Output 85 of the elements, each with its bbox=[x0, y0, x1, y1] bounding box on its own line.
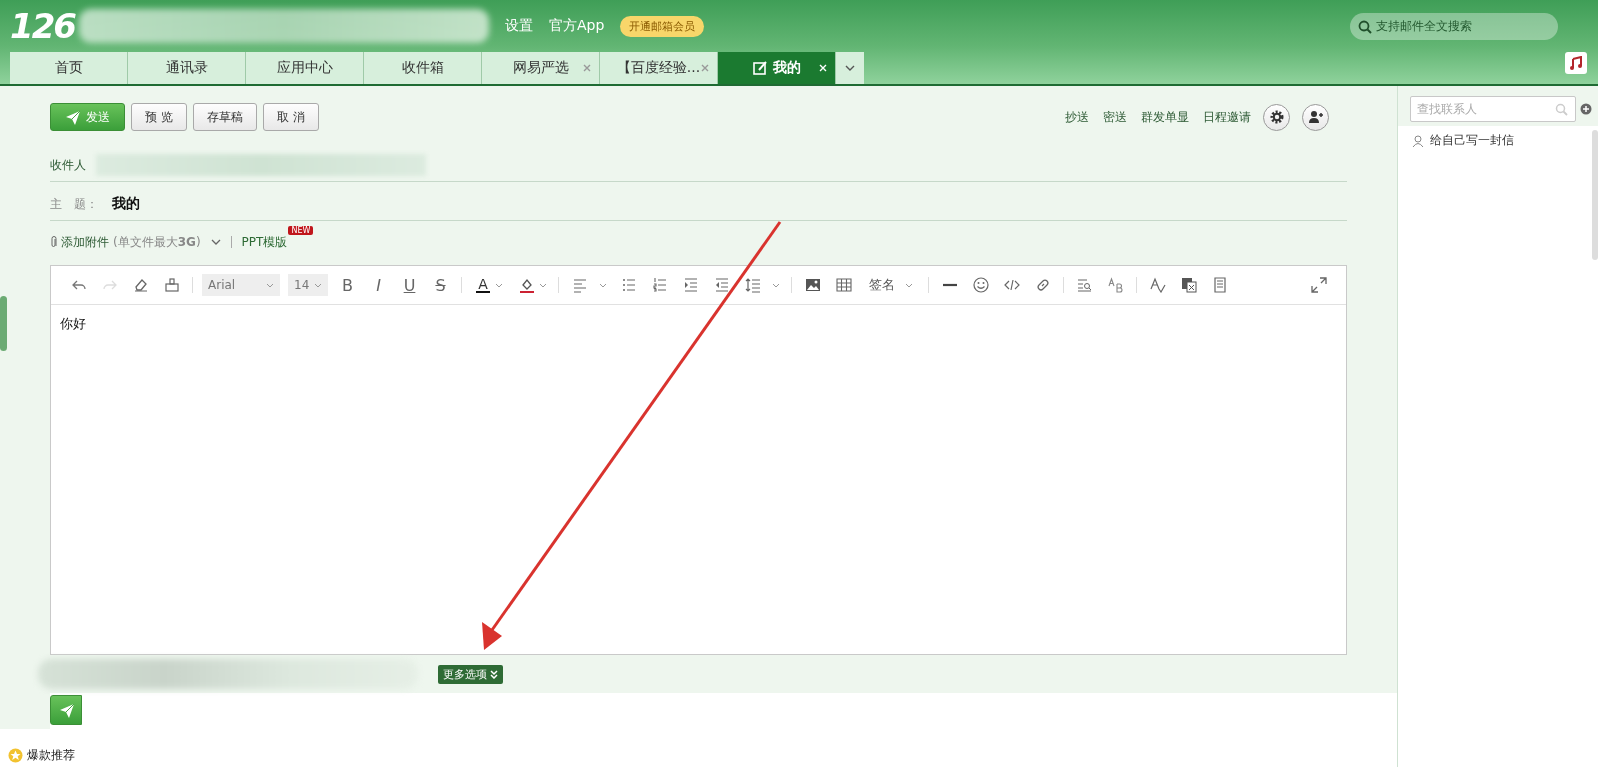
link-icon[interactable] bbox=[1034, 277, 1051, 293]
field-label: 主 题： bbox=[50, 195, 99, 213]
caret-icon bbox=[905, 282, 913, 288]
add-icon[interactable] bbox=[1580, 103, 1592, 115]
caret-icon[interactable] bbox=[539, 282, 547, 288]
option-link[interactable]: 密送 bbox=[1103, 108, 1127, 126]
subject-field[interactable]: 我的 bbox=[112, 195, 140, 213]
format-button[interactable]: B bbox=[332, 275, 363, 295]
toolbar-button[interactable]: 预 览 bbox=[131, 103, 187, 131]
paper-plane-icon bbox=[65, 109, 80, 125]
message-body[interactable]: 你好 bbox=[51, 305, 1346, 343]
add-person-icon bbox=[1307, 109, 1324, 125]
brush-icon[interactable] bbox=[163, 277, 180, 293]
chevron-down-icon[interactable] bbox=[210, 239, 221, 245]
document-icon[interactable] bbox=[1211, 277, 1228, 293]
tab[interactable]: 应用中心 bbox=[246, 52, 364, 84]
tab[interactable]: 网易严选 bbox=[482, 52, 600, 84]
image-icon[interactable] bbox=[804, 277, 821, 293]
find-icon[interactable] bbox=[1076, 277, 1093, 293]
option-link[interactable]: 群发单显 bbox=[1141, 108, 1189, 126]
format-button[interactable]: U bbox=[394, 275, 425, 295]
more-options-button[interactable]: 更多选项 bbox=[438, 664, 503, 684]
bullet-list-icon[interactable] bbox=[620, 277, 637, 293]
letters-icon[interactable] bbox=[1107, 277, 1124, 293]
font-color-button[interactable]: A bbox=[475, 277, 491, 293]
tab[interactable]: 我的 bbox=[718, 52, 836, 84]
paperclip-icon bbox=[50, 236, 57, 248]
caret-icon[interactable] bbox=[599, 282, 607, 288]
smiley-icon[interactable] bbox=[972, 277, 989, 293]
add-contact-button[interactable] bbox=[1302, 103, 1329, 131]
line-height-icon[interactable] bbox=[744, 277, 761, 293]
option-link[interactable]: 抄送 bbox=[1065, 108, 1089, 126]
new-badge: NEW bbox=[288, 225, 314, 235]
star-badge-icon bbox=[8, 748, 23, 763]
caret-icon bbox=[314, 282, 322, 288]
format-button[interactable]: S bbox=[425, 275, 456, 295]
tab[interactable]: 首页 bbox=[10, 52, 128, 84]
music-button[interactable] bbox=[1565, 52, 1587, 74]
numbered-list-icon[interactable] bbox=[651, 277, 668, 293]
toolbar-button[interactable]: 存草稿 bbox=[192, 103, 257, 131]
size-limit-text: (单文件最大3G) bbox=[113, 233, 201, 251]
search-icon bbox=[1358, 19, 1372, 34]
person-icon bbox=[1412, 134, 1424, 147]
attach-link[interactable]: 添加附件 bbox=[61, 233, 109, 251]
promo-link[interactable]: 爆款推荐 bbox=[27, 747, 75, 764]
tab[interactable]: 【百度经验... bbox=[600, 52, 718, 84]
option-link[interactable]: 日程邀请 bbox=[1203, 108, 1251, 126]
highlight-icon[interactable] bbox=[519, 277, 535, 293]
caret-icon[interactable] bbox=[495, 282, 503, 288]
size-select[interactable]: 14 bbox=[288, 274, 328, 296]
tab[interactable]: 收件箱 bbox=[364, 52, 482, 84]
contact-item[interactable]: 给自己写一封信 bbox=[1430, 132, 1514, 149]
scroll-handle[interactable] bbox=[0, 296, 7, 351]
caret-icon[interactable] bbox=[772, 282, 780, 288]
scrollbar[interactable] bbox=[1592, 130, 1598, 260]
paper-plane-icon bbox=[58, 702, 74, 718]
edit-icon bbox=[752, 61, 767, 75]
format-button[interactable]: I bbox=[363, 275, 394, 295]
ppt-template-link[interactable]: PPT模版 bbox=[241, 234, 288, 249]
translate-icon[interactable] bbox=[1180, 277, 1197, 293]
font-select[interactable]: Arial bbox=[202, 274, 280, 296]
tab[interactable]: 通讯录 bbox=[128, 52, 246, 84]
logo: 126 bbox=[10, 6, 75, 46]
caret-icon bbox=[266, 282, 274, 288]
outdent-icon[interactable] bbox=[713, 277, 730, 293]
close-icon[interactable] bbox=[701, 64, 709, 72]
settings-button[interactable] bbox=[1263, 103, 1290, 131]
send-button[interactable] bbox=[50, 695, 82, 725]
contact-search-field[interactable]: 查找联系人 bbox=[1410, 96, 1576, 122]
music-note-icon bbox=[1569, 56, 1583, 70]
vip-badge[interactable]: 开通邮箱会员 bbox=[620, 15, 705, 37]
settings-icon bbox=[1268, 109, 1285, 125]
chevron-down-icon bbox=[845, 65, 855, 71]
code-icon[interactable] bbox=[1003, 277, 1020, 293]
close-icon[interactable] bbox=[583, 64, 591, 72]
double-chevron-icon bbox=[490, 669, 498, 679]
indent-icon[interactable] bbox=[682, 277, 699, 293]
signature-select[interactable]: 签名 bbox=[859, 276, 923, 294]
spellcheck-icon[interactable] bbox=[1149, 277, 1166, 293]
fullscreen-icon[interactable] bbox=[1310, 277, 1327, 293]
field-label: 收件人 bbox=[50, 156, 86, 174]
search-icon bbox=[1555, 103, 1568, 116]
toolbar-button[interactable]: 取 消 bbox=[262, 103, 319, 131]
eraser-icon[interactable] bbox=[132, 277, 149, 293]
table-icon[interactable] bbox=[835, 277, 852, 293]
